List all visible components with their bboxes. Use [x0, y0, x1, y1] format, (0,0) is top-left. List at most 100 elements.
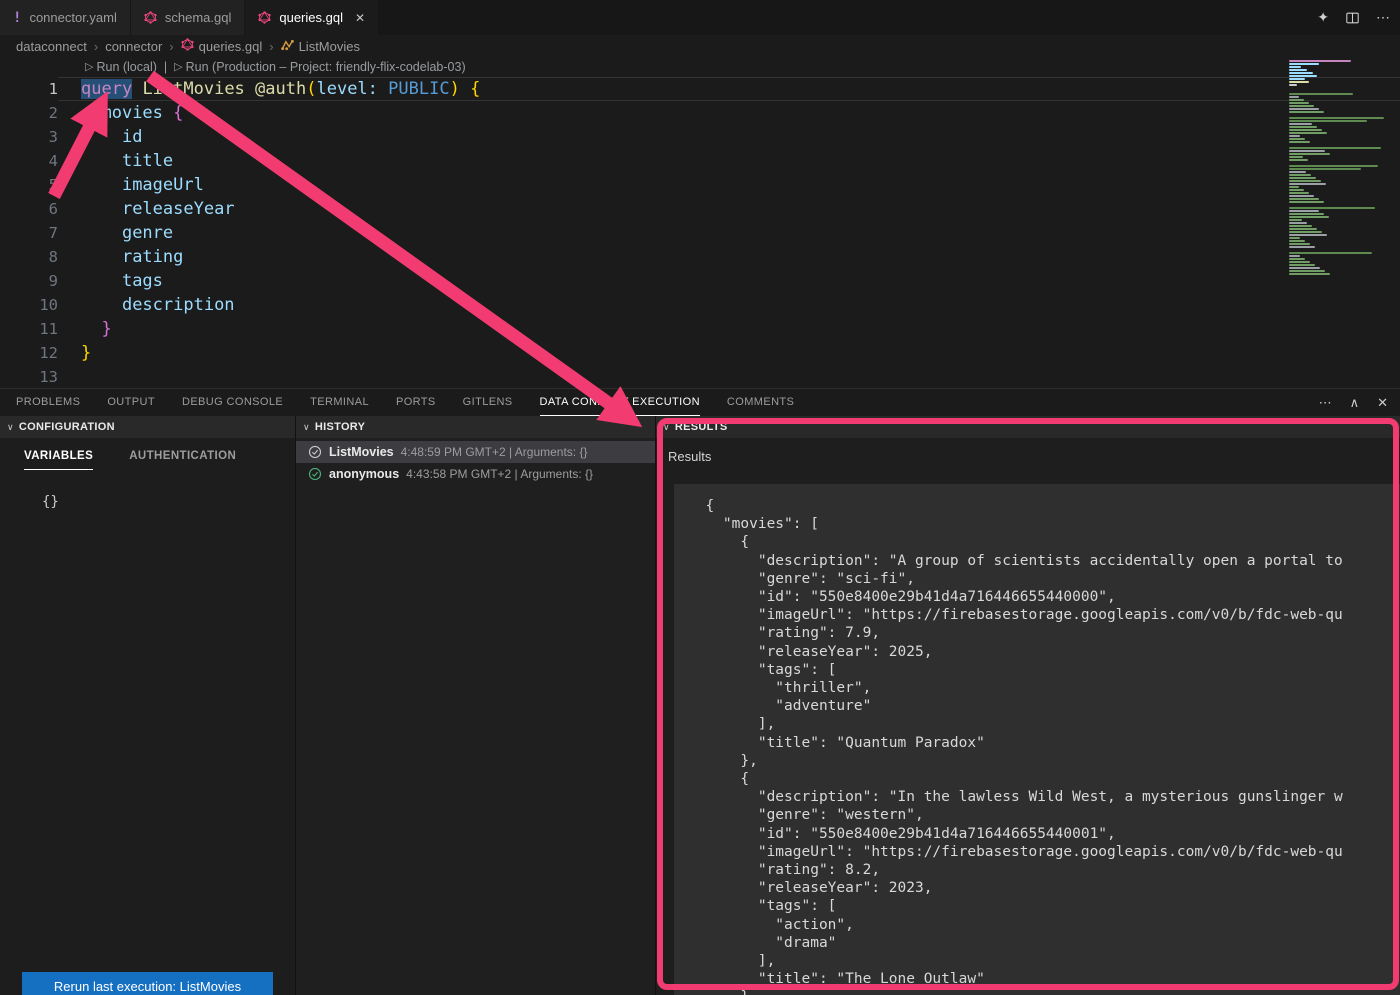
results-json[interactable]: { "movies": [ { "description": "A group … — [674, 484, 1400, 995]
minimap-line — [1289, 87, 1395, 89]
history-row[interactable]: anonymous4:43:58 PM GMT+2 | Arguments: {… — [296, 463, 655, 485]
panel-tab-terminal[interactable]: TERMINAL — [310, 389, 369, 416]
tab-queries.gql[interactable]: queries.gql✕ — [245, 0, 378, 35]
variables-value: {} — [42, 494, 295, 510]
split-editor-icon[interactable] — [1345, 11, 1360, 25]
maximize-panel-icon[interactable]: ∧ — [1350, 395, 1360, 411]
minimap-line — [1289, 69, 1307, 71]
history-title: HISTORY — [315, 421, 365, 433]
panel-tab-debug-console[interactable]: DEBUG CONSOLE — [182, 389, 283, 416]
code-line[interactable]: 5 imageUrl — [0, 173, 1400, 197]
more-actions-icon[interactable]: ⋯ — [1376, 9, 1390, 26]
close-icon[interactable]: ✕ — [355, 11, 365, 25]
minimap-line — [1289, 93, 1353, 95]
code-line[interactable]: 10 description — [0, 293, 1400, 317]
configuration-pane: ∨ CONFIGURATION VARIABLESAUTHENTICATION … — [0, 416, 296, 995]
code-line[interactable]: 11 } — [0, 317, 1400, 341]
minimap[interactable] — [1283, 60, 1399, 260]
check-circle-icon — [308, 445, 322, 459]
play-icon: ▷ — [174, 57, 182, 77]
rerun-button[interactable]: Rerun last execution: ListMovies — [22, 972, 273, 995]
breadcrumb-label: dataconnect — [16, 39, 87, 54]
minimap-line — [1289, 150, 1325, 152]
minimap-line — [1289, 90, 1395, 92]
code-text: id — [58, 125, 1400, 149]
results-header[interactable]: ∨ RESULTS — [656, 416, 1400, 438]
code-line[interactable]: 7 genre — [0, 221, 1400, 245]
minimap-line — [1289, 123, 1312, 125]
minimap-line — [1289, 111, 1324, 113]
code-line[interactable]: 3 id — [0, 125, 1400, 149]
code-text: title — [58, 149, 1400, 173]
code-line[interactable]: 12} — [0, 341, 1400, 365]
minimap-line — [1289, 189, 1304, 191]
minimap-line — [1289, 66, 1301, 68]
minimap-line — [1289, 237, 1300, 239]
panel-tab-comments[interactable]: COMMENTS — [727, 389, 794, 416]
code-line[interactable]: 13 — [0, 365, 1400, 388]
run-production-link[interactable]: ▷Run (Production – Project: friendly-fli… — [174, 57, 465, 77]
minimap-line — [1289, 183, 1326, 185]
panel-more-icon[interactable]: ⋯ — [1319, 395, 1332, 411]
configuration-header[interactable]: ∨ CONFIGURATION — [0, 416, 295, 438]
run-local-link[interactable]: ▷Run (local) — [85, 57, 157, 77]
minimap-line — [1289, 198, 1319, 200]
line-number: 5 — [0, 173, 58, 197]
minimap-line — [1289, 153, 1330, 155]
editor-tab-bar: !connector.yamlschema.gqlqueries.gql✕ ✦ … — [0, 0, 1400, 35]
code-line[interactable]: 6 releaseYear — [0, 197, 1400, 221]
tab-connector.yaml[interactable]: !connector.yaml — [0, 0, 130, 35]
history-row[interactable]: ListMovies4:48:59 PM GMT+2 | Arguments: … — [296, 441, 655, 463]
code-text: query ListMovies @auth(level: PUBLIC) { — [58, 77, 1400, 101]
close-panel-icon[interactable]: ✕ — [1377, 395, 1388, 411]
sparkle-icon[interactable]: ✦ — [1317, 9, 1329, 26]
minimap-line — [1289, 132, 1327, 134]
config-tab-variables[interactable]: VARIABLES — [24, 450, 93, 470]
breadcrumb-item-ListMovies[interactable]: ListMovies — [281, 39, 360, 54]
code-text: releaseYear — [58, 197, 1400, 221]
play-icon: ▷ — [85, 57, 93, 77]
minimap-line — [1289, 81, 1309, 83]
panel-tab-data-connect-execution[interactable]: DATA CONNECT EXECUTION — [540, 389, 700, 416]
minimap-line — [1289, 105, 1314, 107]
codelens-divider: | — [164, 57, 167, 77]
code-line[interactable]: 1query ListMovies @auth(level: PUBLIC) { — [0, 77, 1400, 101]
breadcrumb-separator: › — [94, 39, 98, 54]
breadcrumb-label: queries.gql — [199, 39, 263, 54]
code-line[interactable]: 8 rating — [0, 245, 1400, 269]
code-line[interactable]: 4 title — [0, 149, 1400, 173]
minimap-line — [1289, 102, 1309, 104]
panel-tab-gitlens[interactable]: GITLENS — [463, 389, 513, 416]
tab-schema.gql[interactable]: schema.gql — [131, 0, 244, 35]
results-title: RESULTS — [675, 421, 728, 433]
history-rows: ListMovies4:48:59 PM GMT+2 | Arguments: … — [296, 441, 655, 485]
breadcrumb-item-dataconnect[interactable]: dataconnect — [16, 39, 87, 54]
code-line[interactable]: 9 tags — [0, 269, 1400, 293]
minimap-line — [1289, 273, 1330, 275]
chevron-down-icon: ∨ — [7, 422, 14, 433]
minimap-line — [1289, 177, 1316, 179]
code-editor[interactable]: ▷Run (local) | ▷Run (Production – Projec… — [0, 57, 1400, 388]
minimap-line — [1289, 78, 1305, 80]
minimap-line — [1289, 129, 1322, 131]
panel-tab-output[interactable]: OUTPUT — [107, 389, 155, 416]
minimap-line — [1289, 246, 1315, 248]
minimap-line — [1289, 135, 1300, 137]
panel-tab-ports[interactable]: PORTS — [396, 389, 436, 416]
minimap-line — [1289, 96, 1299, 98]
editor-code[interactable]: 1query ListMovies @auth(level: PUBLIC) {… — [0, 77, 1400, 388]
results-label: Results — [668, 449, 1400, 464]
panel-actions: ⋯ ∧ ✕ — [1319, 389, 1388, 416]
breadcrumb-item-connector[interactable]: connector — [105, 39, 162, 54]
codelens: ▷Run (local) | ▷Run (Production – Projec… — [0, 57, 1400, 77]
code-line[interactable]: 2 movies { — [0, 101, 1400, 125]
panel-tab-problems[interactable]: PROBLEMS — [16, 389, 80, 416]
minimap-line — [1289, 204, 1395, 206]
breadcrumb-item-queries.gql[interactable]: queries.gql — [181, 38, 263, 54]
minimap-line — [1289, 63, 1319, 65]
line-number: 7 — [0, 221, 58, 245]
code-text: imageUrl — [58, 173, 1400, 197]
minimap-line — [1289, 117, 1384, 119]
history-header[interactable]: ∨ HISTORY — [296, 416, 655, 438]
config-tab-authentication[interactable]: AUTHENTICATION — [129, 450, 236, 470]
